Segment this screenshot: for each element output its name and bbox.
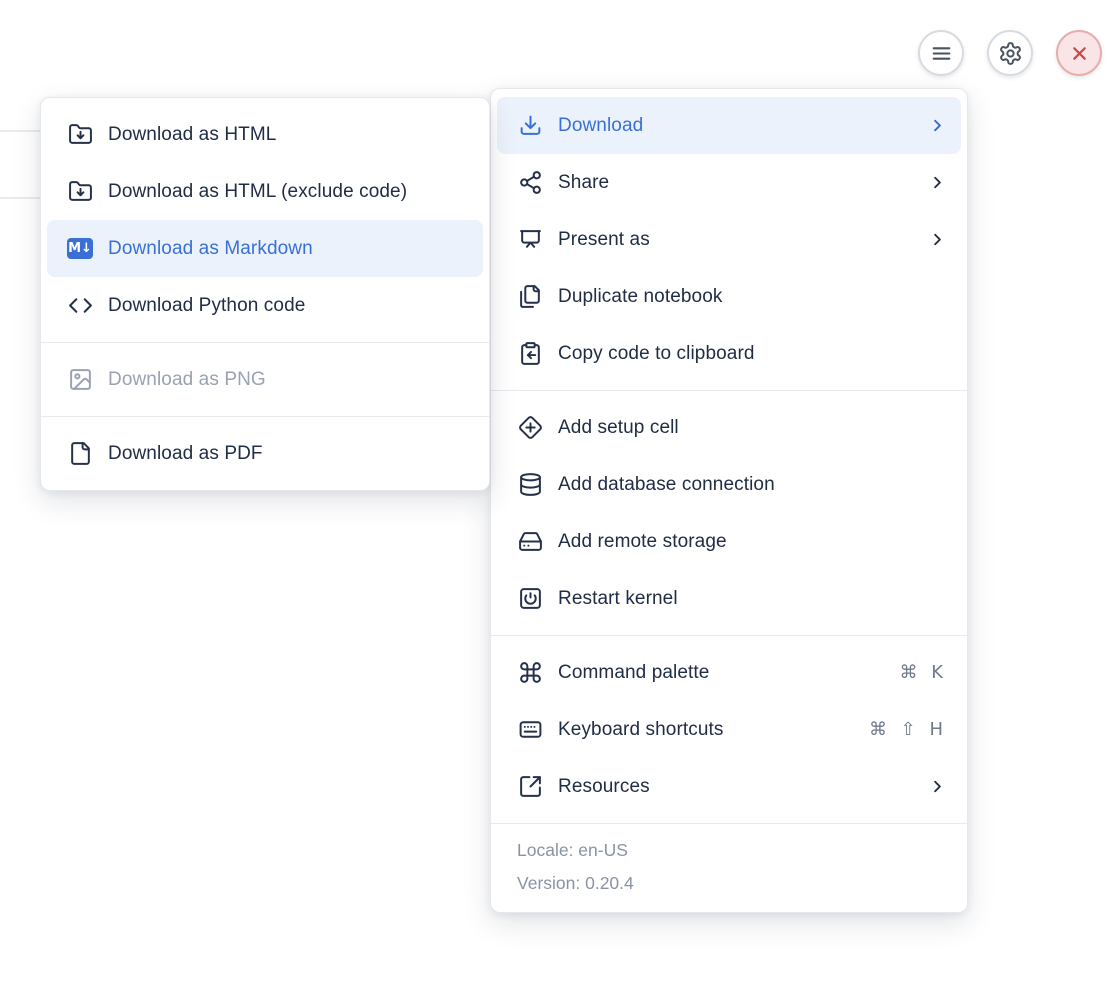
download-icon bbox=[517, 113, 543, 138]
menu-item-download[interactable]: Download bbox=[497, 97, 961, 154]
command-icon bbox=[517, 660, 543, 685]
menu-item-download-as-pdf[interactable]: Download as PDF bbox=[41, 425, 489, 482]
clipboard-copy-icon bbox=[517, 341, 543, 366]
download-submenu: Download as HTML Download as HTML (exclu… bbox=[40, 97, 490, 491]
file-icon bbox=[67, 441, 93, 466]
menu-item-restart-kernel[interactable]: Restart kernel bbox=[491, 570, 967, 627]
hard-drive-icon bbox=[517, 529, 543, 554]
menu-item-label: Download as Markdown bbox=[108, 238, 313, 260]
menu-item-label: Resources bbox=[558, 776, 650, 798]
menu-item-label: Command palette bbox=[558, 662, 709, 684]
markdown-download-icon: M↓ bbox=[67, 238, 93, 259]
hamburger-menu-button[interactable] bbox=[918, 30, 964, 76]
menu-item-label: Download as PNG bbox=[108, 369, 266, 391]
chevron-right-icon bbox=[928, 116, 947, 135]
diamond-plus-icon bbox=[517, 415, 543, 440]
menu-separator bbox=[491, 823, 967, 824]
chevron-right-icon bbox=[928, 230, 947, 249]
external-link-icon bbox=[517, 774, 543, 799]
locale-text: Locale: en-US bbox=[517, 834, 941, 867]
menu-separator bbox=[41, 342, 489, 343]
menu-item-add-setup-cell[interactable]: Add setup cell bbox=[491, 399, 967, 456]
menu-separator bbox=[491, 390, 967, 391]
menu-item-keyboard-shortcuts[interactable]: Keyboard shortcuts ⌘ ⇧ H bbox=[491, 701, 967, 758]
folder-download-icon bbox=[67, 122, 93, 147]
menu-item-label: Keyboard shortcuts bbox=[558, 719, 724, 741]
menu-item-label: Share bbox=[558, 172, 609, 194]
menu-item-label: Duplicate notebook bbox=[558, 286, 722, 308]
image-icon bbox=[67, 367, 93, 392]
share-icon bbox=[517, 170, 543, 195]
menu-separator bbox=[41, 416, 489, 417]
menu-item-label: Add remote storage bbox=[558, 531, 727, 553]
version-text: Version: 0.20.4 bbox=[517, 867, 941, 900]
gear-icon bbox=[998, 41, 1023, 66]
menu-item-label: Download as HTML (exclude code) bbox=[108, 181, 407, 203]
menu-item-share[interactable]: Share bbox=[491, 154, 967, 211]
background-divider bbox=[0, 197, 44, 199]
menu-item-label: Add database connection bbox=[558, 474, 775, 496]
menu-item-add-database-connection[interactable]: Add database connection bbox=[491, 456, 967, 513]
menu-item-label: Restart kernel bbox=[558, 588, 678, 610]
menu-item-label: Download Python code bbox=[108, 295, 305, 317]
menu-item-duplicate-notebook[interactable]: Duplicate notebook bbox=[491, 268, 967, 325]
presentation-icon bbox=[517, 227, 543, 252]
close-button[interactable] bbox=[1056, 30, 1102, 76]
notebook-actions-menu: Download Share Present as bbox=[490, 88, 968, 913]
menu-item-add-remote-storage[interactable]: Add remote storage bbox=[491, 513, 967, 570]
code-icon bbox=[67, 293, 93, 318]
menu-item-resources[interactable]: Resources bbox=[491, 758, 967, 815]
menu-item-command-palette[interactable]: Command palette ⌘ K bbox=[491, 644, 967, 701]
menu-footer: Locale: en-US Version: 0.20.4 bbox=[491, 832, 967, 904]
chevron-right-icon bbox=[928, 777, 947, 796]
folder-download-icon bbox=[67, 179, 93, 204]
menu-separator bbox=[491, 635, 967, 636]
menu-item-label: Download as HTML bbox=[108, 124, 276, 146]
menu-item-label: Copy code to clipboard bbox=[558, 343, 755, 365]
shortcut-hint: ⌘ ⇧ H bbox=[869, 719, 947, 740]
settings-button[interactable] bbox=[987, 30, 1033, 76]
markdown-badge: M↓ bbox=[67, 238, 93, 259]
window-controls bbox=[918, 30, 1102, 76]
menu-item-label: Download as PDF bbox=[108, 443, 263, 465]
hamburger-icon bbox=[929, 41, 954, 66]
menu-item-label: Add setup cell bbox=[558, 417, 679, 439]
menu-item-download-as-png: Download as PNG bbox=[41, 351, 489, 408]
background-divider bbox=[0, 130, 44, 132]
menu-item-download-as-html[interactable]: Download as HTML bbox=[41, 106, 489, 163]
menu-item-download-as-html-exclude-code[interactable]: Download as HTML (exclude code) bbox=[41, 163, 489, 220]
menu-item-copy-code[interactable]: Copy code to clipboard bbox=[491, 325, 967, 382]
menu-item-download-python-code[interactable]: Download Python code bbox=[41, 277, 489, 334]
menu-item-label: Present as bbox=[558, 229, 650, 251]
menu-item-download-as-markdown[interactable]: M↓ Download as Markdown bbox=[47, 220, 483, 277]
menu-item-label: Download bbox=[558, 115, 643, 137]
duplicate-files-icon bbox=[517, 284, 543, 309]
page: Download Share Present as bbox=[0, 0, 1118, 984]
keyboard-icon bbox=[517, 717, 543, 742]
database-icon bbox=[517, 472, 543, 497]
close-icon bbox=[1067, 41, 1092, 66]
chevron-right-icon bbox=[928, 173, 947, 192]
menu-item-present-as[interactable]: Present as bbox=[491, 211, 967, 268]
power-icon bbox=[517, 586, 543, 611]
shortcut-hint: ⌘ K bbox=[899, 662, 947, 683]
